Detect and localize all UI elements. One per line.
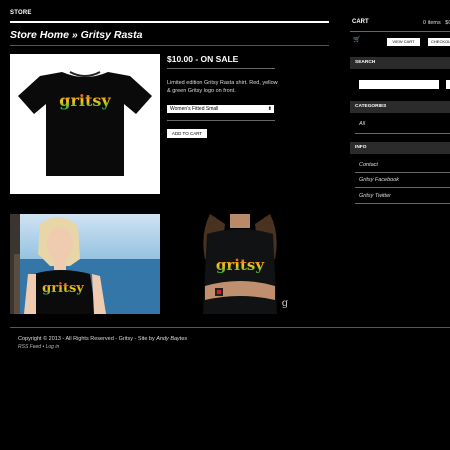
view-cart-button[interactable]: VIEW CART	[387, 38, 420, 46]
footer-divider	[10, 327, 450, 328]
footer-links: RSS Feed • Log in	[18, 344, 59, 350]
info-link-twitter[interactable]: Gritsy Twitter	[359, 193, 391, 199]
cart-item-count: 0 items	[423, 20, 441, 26]
category-link-all[interactable]: All	[359, 121, 365, 127]
info-link-contact[interactable]: Contact	[359, 162, 378, 168]
search-heading: SEARCH	[350, 57, 450, 69]
header-divider	[10, 21, 329, 23]
footer-separator: •	[42, 344, 45, 350]
info-divider-3	[355, 203, 450, 204]
cart-total: $0	[445, 20, 450, 26]
search-button[interactable]	[446, 80, 450, 89]
rss-feed-link[interactable]: RSS Feed	[18, 344, 41, 350]
size-select-value: Women's Fitted Small	[170, 106, 219, 112]
search-input[interactable]	[359, 80, 439, 89]
log-in-link[interactable]: Log in	[46, 344, 60, 350]
product-price: $10.00 - ON SALE	[167, 54, 239, 64]
chevron-down-icon: ⬍	[267, 106, 272, 112]
copyright-text: Copyright © 2013 - All Rights Reserved -…	[18, 336, 187, 342]
product-image[interactable]: gritsy	[10, 54, 160, 194]
photo1-logo-text: gritsy	[42, 281, 84, 296]
add-to-cart-button[interactable]: ADD TO CART	[167, 129, 207, 138]
model-photo-woman[interactable]: gritsy	[10, 214, 160, 314]
info-divider-1	[355, 172, 450, 173]
product-description: Limited edition Gritsy Rasta shirt. Red,…	[167, 80, 278, 94]
info-link-facebook[interactable]: Gritsy Facebook	[359, 177, 399, 183]
info-divider-2	[355, 187, 450, 188]
shopping-cart-icon[interactable]: 🛒	[353, 36, 360, 43]
price-divider	[167, 68, 275, 69]
author-link[interactable]: Andy Baytes	[156, 336, 187, 342]
cart-divider	[350, 31, 450, 32]
checkout-button[interactable]: CHECKOUT	[428, 38, 450, 46]
breadcrumb[interactable]: Store Home » Gritsy Rasta	[10, 29, 142, 41]
svg-text:g: g	[282, 298, 289, 309]
store-label[interactable]: STORE	[10, 10, 32, 16]
select-divider	[167, 120, 275, 121]
cart-summary: 0 items $0	[423, 20, 450, 26]
copyright-label: Copyright © 2013 - All Rights Reserved -…	[18, 336, 155, 342]
model-photo-man[interactable]: gritsy g	[185, 214, 295, 314]
categories-heading: CATEGORIES	[350, 101, 450, 113]
category-divider	[355, 133, 450, 134]
photo2-logo-text: gritsy	[216, 256, 265, 274]
info-heading: INFO	[350, 142, 450, 154]
breadcrumb-divider	[10, 45, 329, 46]
size-select[interactable]: Women's Fitted Small ⬍	[167, 105, 274, 113]
shirt-logo-text: gritsy	[59, 91, 111, 110]
cart-title: CART	[352, 19, 369, 25]
